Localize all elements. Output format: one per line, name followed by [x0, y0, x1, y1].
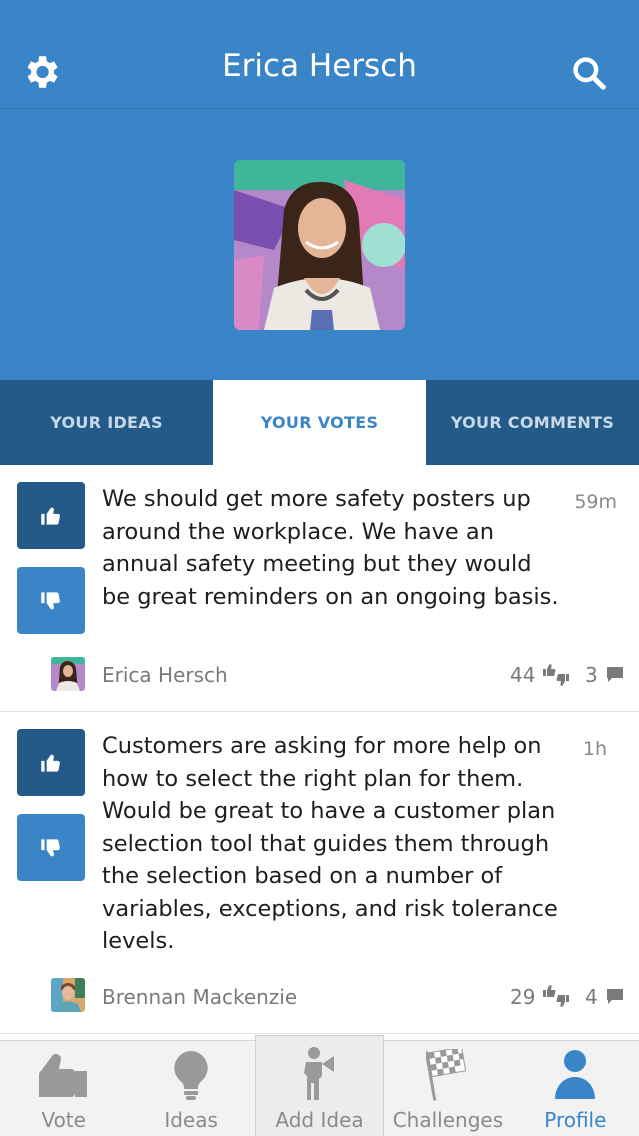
- thumbs-up-icon: [41, 754, 60, 772]
- nav-vote[interactable]: Vote: [0, 1041, 127, 1136]
- profile-header: Erica Hersch: [0, 0, 639, 380]
- tab-your-ideas[interactable]: YOUR IDEAS: [0, 380, 213, 465]
- checkered-flag-icon: [425, 1049, 467, 1101]
- nav-label: Challenges: [392, 1108, 504, 1132]
- idea-time: 1h: [582, 738, 607, 760]
- profile-tabs: YOUR IDEAS YOUR VOTES YOUR COMMENTS: [0, 380, 639, 465]
- nav-challenges[interactable]: Challenges: [384, 1041, 511, 1136]
- thumbs-down-icon: [41, 838, 60, 856]
- idea-card: Customers are asking for more help on ho…: [0, 712, 639, 1034]
- vote-count: 44: [510, 663, 536, 687]
- author-name[interactable]: Erica Hersch: [102, 663, 228, 687]
- nav-profile[interactable]: Profile: [512, 1041, 639, 1136]
- idea-card: We should get more safety posters up aro…: [0, 465, 639, 712]
- bottom-nav: Vote Ideas Add Idea Challenges Profile: [0, 1035, 639, 1136]
- thumbs-down-icon: [41, 591, 60, 609]
- nav-label: Add Idea: [275, 1108, 364, 1132]
- tab-your-comments[interactable]: YOUR COMMENTS: [426, 380, 639, 465]
- nav-add-idea[interactable]: Add Idea: [254, 1035, 385, 1136]
- idea-time: 59m: [574, 491, 617, 513]
- megaphone-person-icon: [303, 1047, 334, 1100]
- vote-count: 29: [510, 985, 536, 1009]
- thumbs-up-icon: [41, 507, 60, 525]
- votes-icon: [543, 985, 569, 1007]
- author-avatar: [51, 657, 85, 691]
- comment-count: 3: [585, 663, 598, 687]
- nav-ideas[interactable]: Ideas: [127, 1041, 254, 1136]
- top-bar: Erica Hersch: [0, 0, 639, 109]
- nav-label: Vote: [41, 1108, 86, 1132]
- idea-text[interactable]: We should get more safety posters up aro…: [102, 483, 560, 613]
- lightbulb-icon: [174, 1051, 208, 1100]
- nav-label: Ideas: [164, 1108, 218, 1132]
- idea-text[interactable]: Customers are asking for more help on ho…: [102, 730, 560, 958]
- upvote-button[interactable]: [17, 729, 85, 796]
- votes-icon: [543, 664, 569, 686]
- comment-count: 4: [585, 985, 598, 1009]
- author-avatar: [51, 978, 85, 1012]
- tab-your-votes[interactable]: YOUR VOTES: [213, 380, 426, 465]
- author-name[interactable]: Brennan Mackenzie: [102, 985, 297, 1009]
- person-icon: [555, 1050, 596, 1099]
- page-title: Erica Hersch: [222, 48, 417, 84]
- profile-avatar: [234, 160, 405, 330]
- downvote-button[interactable]: [17, 814, 85, 881]
- upvote-button[interactable]: [17, 482, 85, 549]
- nav-label: Profile: [544, 1108, 607, 1132]
- search-icon[interactable]: [570, 54, 608, 92]
- comment-icon: [607, 667, 623, 682]
- comment-icon: [607, 989, 623, 1004]
- downvote-button[interactable]: [17, 567, 85, 634]
- thumbs-up-icon: [38, 1054, 87, 1097]
